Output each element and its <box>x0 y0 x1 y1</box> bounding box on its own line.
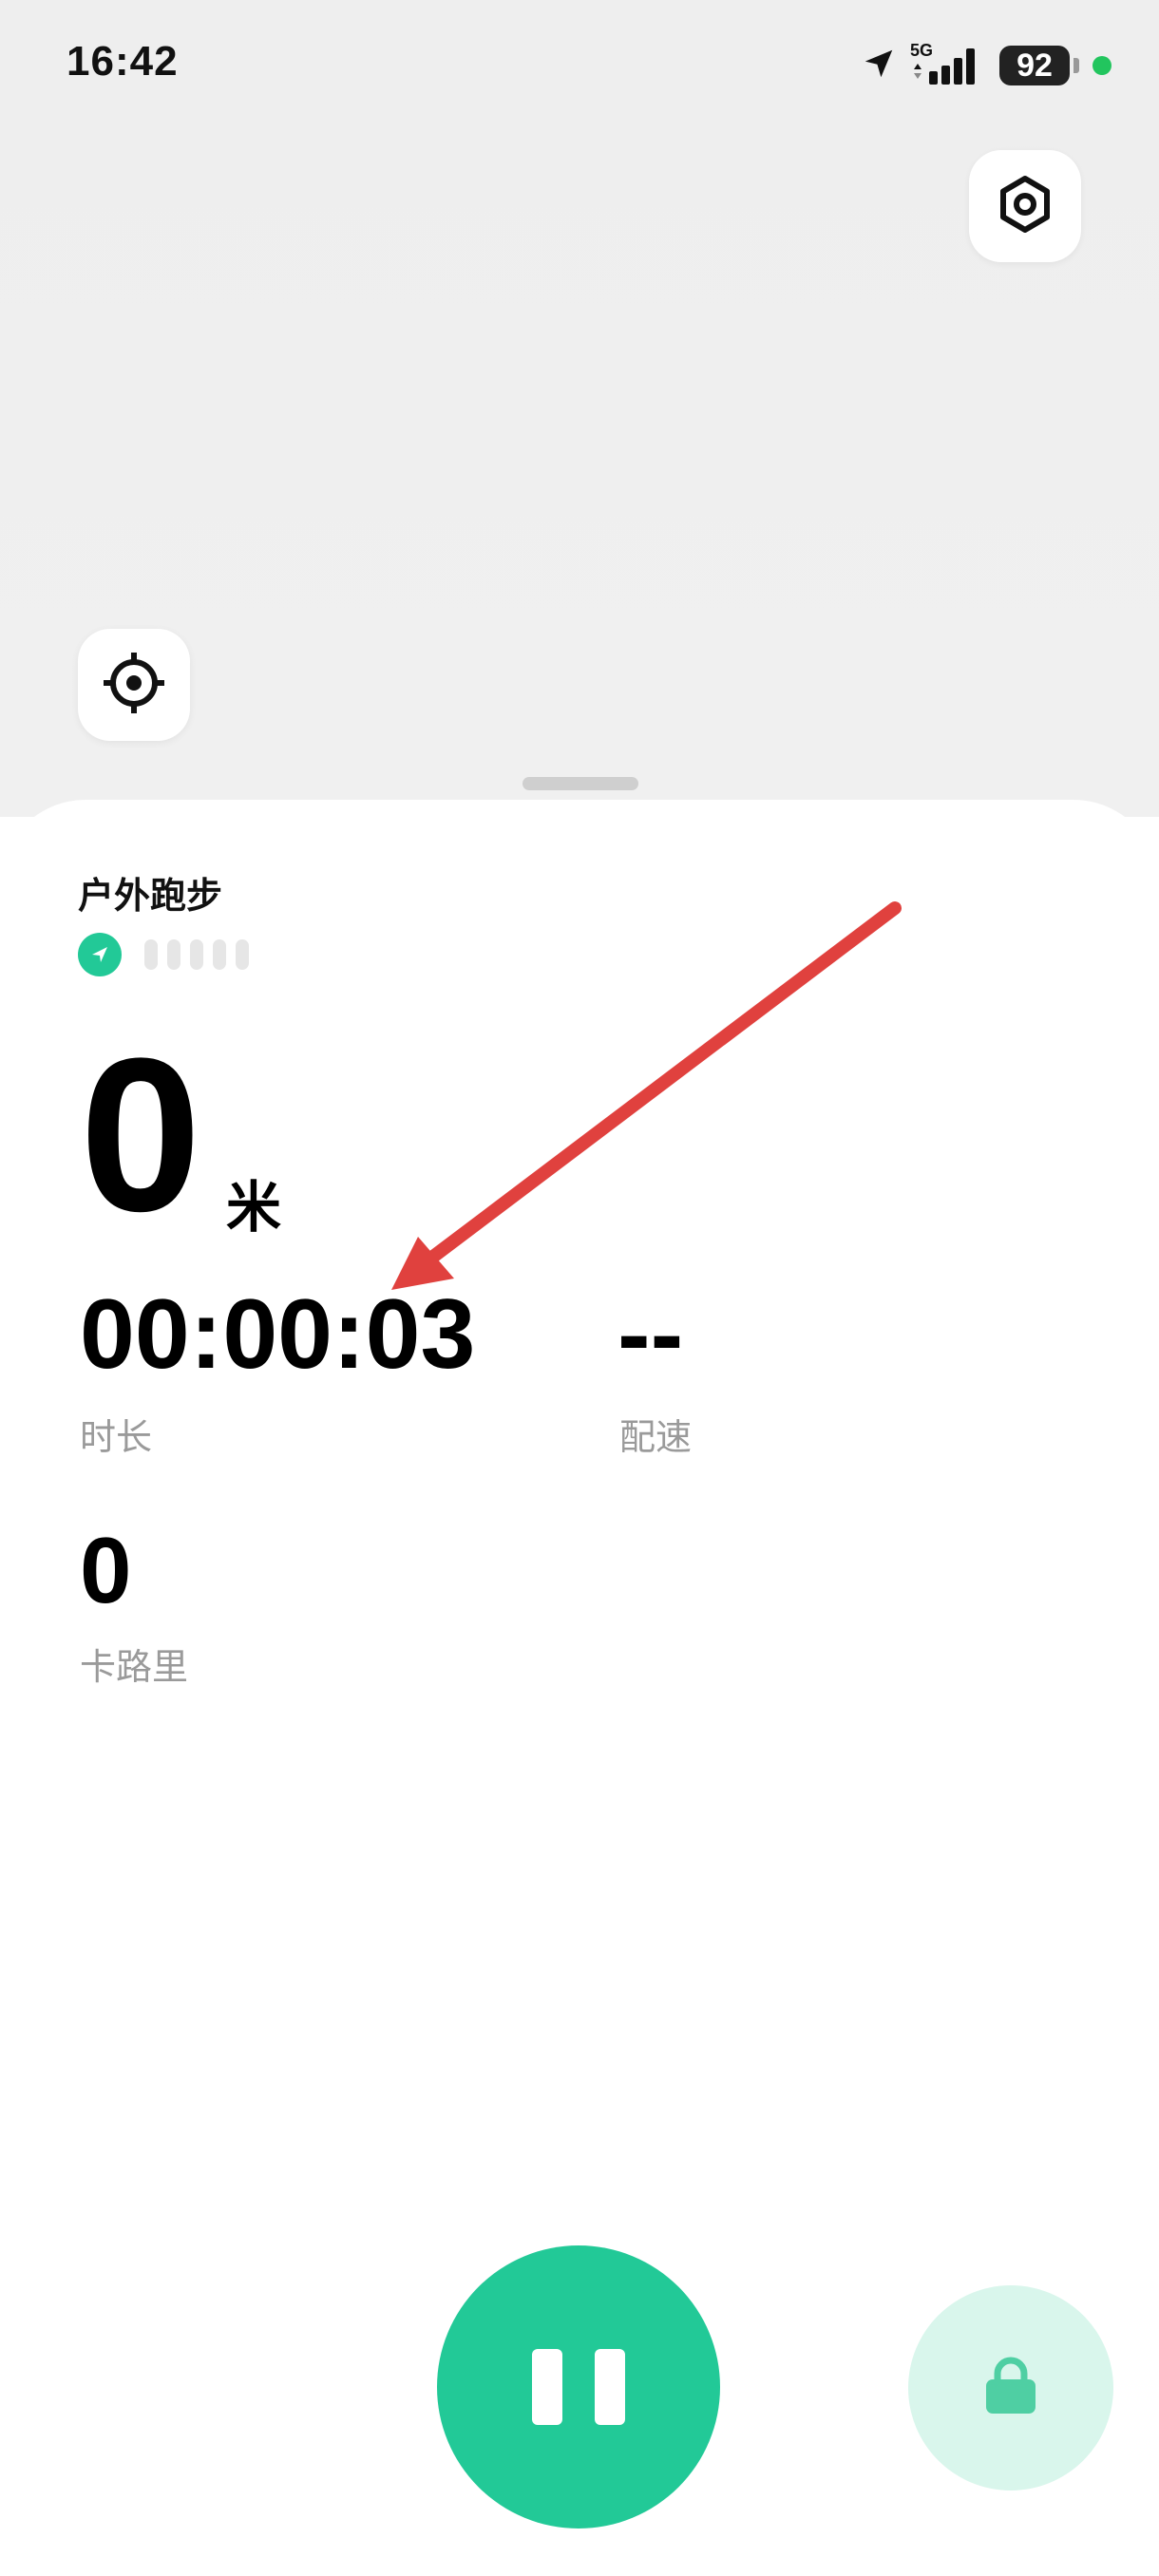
calories-value: 0 <box>80 1518 132 1622</box>
pause-bar-left <box>532 2349 562 2425</box>
gps-arrow-icon <box>78 933 122 976</box>
status-icons: 5G 92 <box>861 41 1112 89</box>
location-arrow-icon <box>861 46 897 86</box>
gps-signal-bar <box>167 939 180 970</box>
battery-icon: 92 <box>999 46 1070 85</box>
gps-signal-bar <box>213 939 226 970</box>
pace-label: 配速 <box>619 1418 693 1458</box>
pause-icon <box>532 2349 625 2425</box>
pause-bar-right <box>595 2349 625 2425</box>
duration-label: 时长 <box>80 1418 153 1458</box>
crosshair-icon <box>102 651 166 720</box>
activity-title: 户外跑步 <box>78 877 223 917</box>
gps-signal-indicator <box>78 933 249 976</box>
lock-screen-button[interactable] <box>908 2285 1113 2491</box>
map-settings-button[interactable] <box>969 150 1081 262</box>
sheet-grabber-handle[interactable] <box>522 777 638 790</box>
duration-value: 00:00:03 <box>80 1279 476 1390</box>
status-time: 16:42 <box>66 38 179 85</box>
gps-signal-bar <box>144 939 158 970</box>
locate-me-button[interactable] <box>78 629 190 741</box>
distance-value: 0 <box>80 1013 201 1257</box>
lock-icon <box>982 2357 1039 2420</box>
network-type: 5G <box>910 41 934 60</box>
gps-signal-bars <box>144 939 249 970</box>
gps-signal-bar <box>236 939 249 970</box>
pause-button[interactable] <box>437 2245 720 2529</box>
battery-nub <box>1074 58 1079 73</box>
pace-value: -- <box>618 1279 684 1390</box>
privacy-dot-icon <box>1092 56 1112 75</box>
settings-hex-icon <box>996 175 1054 238</box>
gps-signal-bar <box>190 939 203 970</box>
distance-unit: 米 <box>226 1177 282 1239</box>
calories-label: 卡路里 <box>80 1648 189 1688</box>
signal-bars-icon: 5G <box>910 41 986 86</box>
